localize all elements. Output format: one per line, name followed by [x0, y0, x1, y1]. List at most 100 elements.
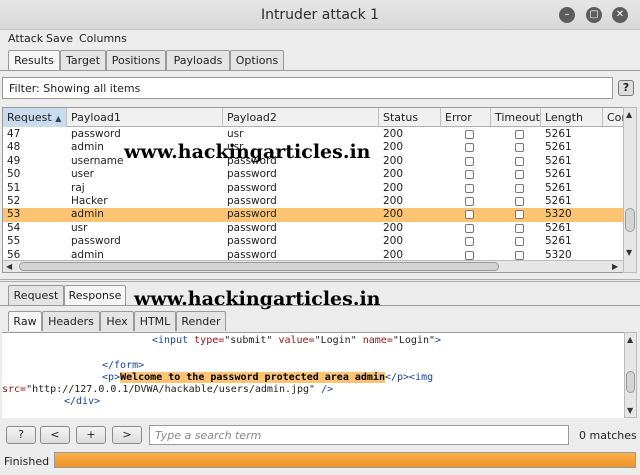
tab-headers[interactable]: Headers [42, 311, 100, 331]
column-header-status[interactable]: Status [379, 108, 441, 127]
cell-payload1: password [71, 235, 121, 248]
error-checkbox [465, 130, 474, 139]
progress-fill [55, 453, 635, 467]
editor-scroll-thumb[interactable] [626, 371, 635, 393]
menu-save[interactable]: Save [46, 32, 73, 45]
tab-raw[interactable]: Raw [8, 311, 42, 331]
code-line-img-src: src="http://127.0.0.1/DVWA/hackable/user… [2, 384, 334, 395]
search-prev-button[interactable]: < [40, 426, 70, 444]
column-header-timeout[interactable]: Timeout [491, 108, 541, 127]
timeout-checkbox [515, 250, 524, 260]
cell-status: 200 [383, 221, 404, 234]
cell-length: 5261 [545, 154, 572, 167]
cell-payload2: password [227, 168, 277, 181]
scroll-up-icon[interactable]: ▲ [626, 110, 632, 119]
cell-length: 5261 [545, 221, 572, 234]
response-editor[interactable]: <input type="submit" value="Login" name=… [2, 332, 624, 418]
code-line-div-close: </div> [64, 396, 101, 407]
cell-payload1: raj [71, 181, 85, 194]
tab-divider [0, 70, 640, 71]
table-row[interactable]: 51 raj password 200 5261 [3, 181, 623, 195]
tab-render[interactable]: Render [176, 311, 226, 331]
scroll-left-icon[interactable]: ◀ [6, 262, 12, 271]
tab-payloads[interactable]: Payloads [166, 50, 230, 70]
error-checkbox [465, 223, 474, 233]
cell-length: 5261 [545, 168, 572, 181]
tab-hex[interactable]: Hex [100, 311, 134, 331]
column-header-request[interactable]: Request ▲ [3, 108, 67, 127]
search-add-button[interactable]: + [76, 426, 106, 444]
status-text: Finished [4, 455, 50, 468]
horizontal-scrollbar[interactable]: ◀ ▶ [3, 260, 623, 272]
maximize-icon[interactable]: ▢ [586, 7, 602, 23]
table-row[interactable]: 47 password usr 200 5261 [3, 128, 623, 141]
cell-status: 200 [383, 168, 404, 181]
filter-help-button[interactable]: ? [618, 80, 634, 96]
timeout-checkbox [515, 170, 524, 180]
tab-options[interactable]: Options [230, 50, 284, 70]
minimize-icon[interactable]: – [559, 7, 575, 23]
timeout-checkbox [515, 183, 524, 193]
results-table: Request ▲ Payload1 Payload2 Status Error… [2, 107, 624, 273]
tab-request[interactable]: Request [8, 285, 64, 305]
error-checkbox [465, 237, 474, 247]
cell-payload2: password [227, 195, 277, 207]
cell-payload1: admin [71, 141, 104, 154]
tab-response[interactable]: Response [64, 285, 126, 305]
vertical-scroll-thumb[interactable] [625, 208, 635, 232]
tab-target[interactable]: Target [60, 50, 106, 70]
tab-positions[interactable]: Positions [106, 50, 166, 70]
code-line-welcome: <p>Welcome to the password protected are… [102, 372, 434, 383]
table-row[interactable]: 52 Hacker password 200 5261 [3, 195, 623, 208]
cell-payload1: admin [71, 208, 104, 221]
tab-results[interactable]: Results [8, 50, 60, 70]
cell-payload1: usr [71, 221, 88, 234]
scroll-down-icon[interactable]: ▼ [626, 248, 632, 257]
scroll-right-icon[interactable]: ▶ [612, 262, 618, 271]
watermark-text: www.hackingarticles.in [134, 288, 381, 310]
cell-length: 5320 [545, 208, 572, 221]
vertical-scrollbar[interactable]: ▲ ▼ [623, 107, 637, 273]
scroll-down-icon[interactable]: ▼ [627, 406, 633, 415]
search-match-count: 0 matches [579, 429, 637, 442]
search-next-button[interactable]: > [112, 426, 142, 444]
cell-request: 55 [7, 235, 21, 248]
cell-length: 5261 [545, 181, 572, 194]
column-header-payload1[interactable]: Payload1 [67, 108, 223, 127]
search-input[interactable]: Type a search term [149, 425, 569, 445]
scroll-up-icon[interactable]: ▲ [627, 335, 633, 344]
table-row[interactable]: 55 password password 200 5261 [3, 235, 623, 248]
table-row[interactable]: 53 admin password 200 5320 [3, 208, 623, 222]
close-icon[interactable]: ✕ [612, 7, 628, 23]
cell-request: 48 [7, 141, 21, 154]
cell-length: 5261 [545, 141, 572, 154]
menu-attack[interactable]: Attack [8, 32, 43, 45]
cell-request: 50 [7, 168, 21, 181]
error-checkbox [465, 197, 474, 206]
cell-payload2: usr [227, 128, 244, 140]
search-help-button[interactable]: ? [6, 426, 36, 444]
menu-bar: Attack Save Columns [0, 30, 640, 46]
menu-columns[interactable]: Columns [79, 32, 127, 45]
cell-payload1: username [71, 154, 124, 167]
cell-payload2: password [227, 208, 277, 221]
editor-vertical-scrollbar[interactable]: ▲ ▼ [624, 332, 637, 418]
tab-html[interactable]: HTML [134, 311, 176, 331]
column-header-error[interactable]: Error [441, 108, 491, 127]
table-row[interactable]: 50 user password 200 5261 [3, 168, 623, 181]
table-row[interactable]: 54 usr password 200 5261 [3, 221, 623, 235]
error-checkbox [465, 156, 474, 166]
horizontal-scroll-thumb[interactable] [19, 262, 499, 271]
detail-tab-divider [0, 305, 640, 306]
column-header-comment[interactable]: Cor [603, 108, 623, 127]
pane-splitter[interactable] [0, 279, 640, 282]
cell-status: 200 [383, 128, 404, 140]
timeout-checkbox [515, 143, 524, 153]
cell-request: 51 [7, 181, 21, 194]
timeout-checkbox [515, 197, 524, 206]
window-title: Intruder attack 1 [260, 7, 380, 23]
filter-bar[interactable]: Filter: Showing all items [2, 77, 613, 99]
error-checkbox [465, 210, 474, 220]
column-header-length[interactable]: Length [541, 108, 603, 127]
column-header-payload2[interactable]: Payload2 [223, 108, 379, 127]
